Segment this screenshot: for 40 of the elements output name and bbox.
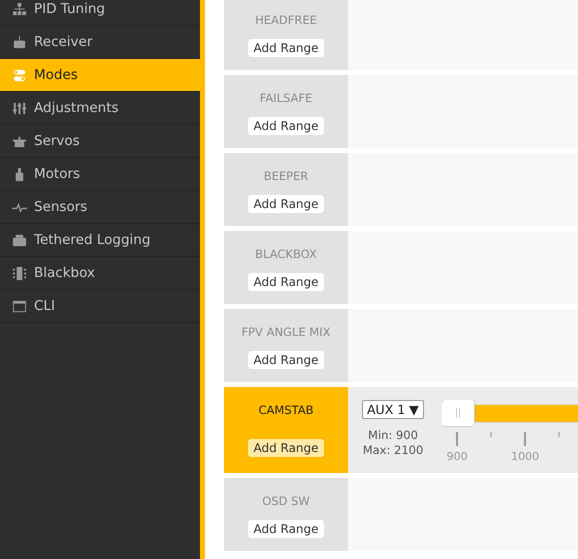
mode-name: BEEPER [264,169,308,183]
network-icon [12,2,27,16]
mode-name: CAMSTAB [258,403,314,417]
sidebar-item[interactable]: Tethered Logging [0,224,200,257]
sidebar-item[interactable]: Blackbox [0,257,200,290]
add-range-button[interactable]: Add Range [248,39,324,57]
tick-mark [524,432,526,446]
add-range-button[interactable]: Add Range [248,117,324,135]
tick-label: 900 [446,450,468,463]
add-range-button[interactable]: Add Range [248,520,324,538]
remote-icon [12,34,27,50]
tick-mark [558,432,560,437]
add-range-button[interactable]: Add Range [248,273,324,291]
mode-name: HEADFREE [255,13,317,27]
printer-icon [12,232,27,248]
tick-mark [456,432,458,446]
mode-name: BLACKBOX [255,247,317,261]
sidebar-item[interactable]: CLI [0,290,200,323]
sidebar-item[interactable]: Modes [0,59,200,92]
tick-label: 1000 [511,450,540,463]
tick-mark [490,432,492,437]
mode-name: FPV ANGLE MIX [242,325,330,339]
toggle-icon [12,68,27,82]
mode-name: FAILSAFE [260,91,312,105]
channel-select[interactable]: AUX 1 ▼ [362,400,424,419]
sidebar-item[interactable]: Servos [0,125,200,158]
add-range-button[interactable]: Add Range [248,351,324,369]
add-range-button[interactable]: Add Range [248,439,324,457]
sidebar-item[interactable]: Motors [0,158,200,191]
chip-icon [12,266,27,280]
sidebar-item[interactable]: Sensors [0,191,200,224]
sliders-icon [12,100,27,116]
sidebar-item[interactable]: PID Tuning [0,0,200,26]
terminal-icon [12,298,27,314]
slider-handle[interactable] [442,400,474,426]
range-min-label: Min: 900 [368,428,418,443]
range-max-label: Max: 2100 [362,443,424,458]
sidebar-item[interactable]: Adjustments [0,92,200,125]
add-range-button[interactable]: Add Range [248,195,324,213]
mode-name: OSD SW [262,494,310,508]
